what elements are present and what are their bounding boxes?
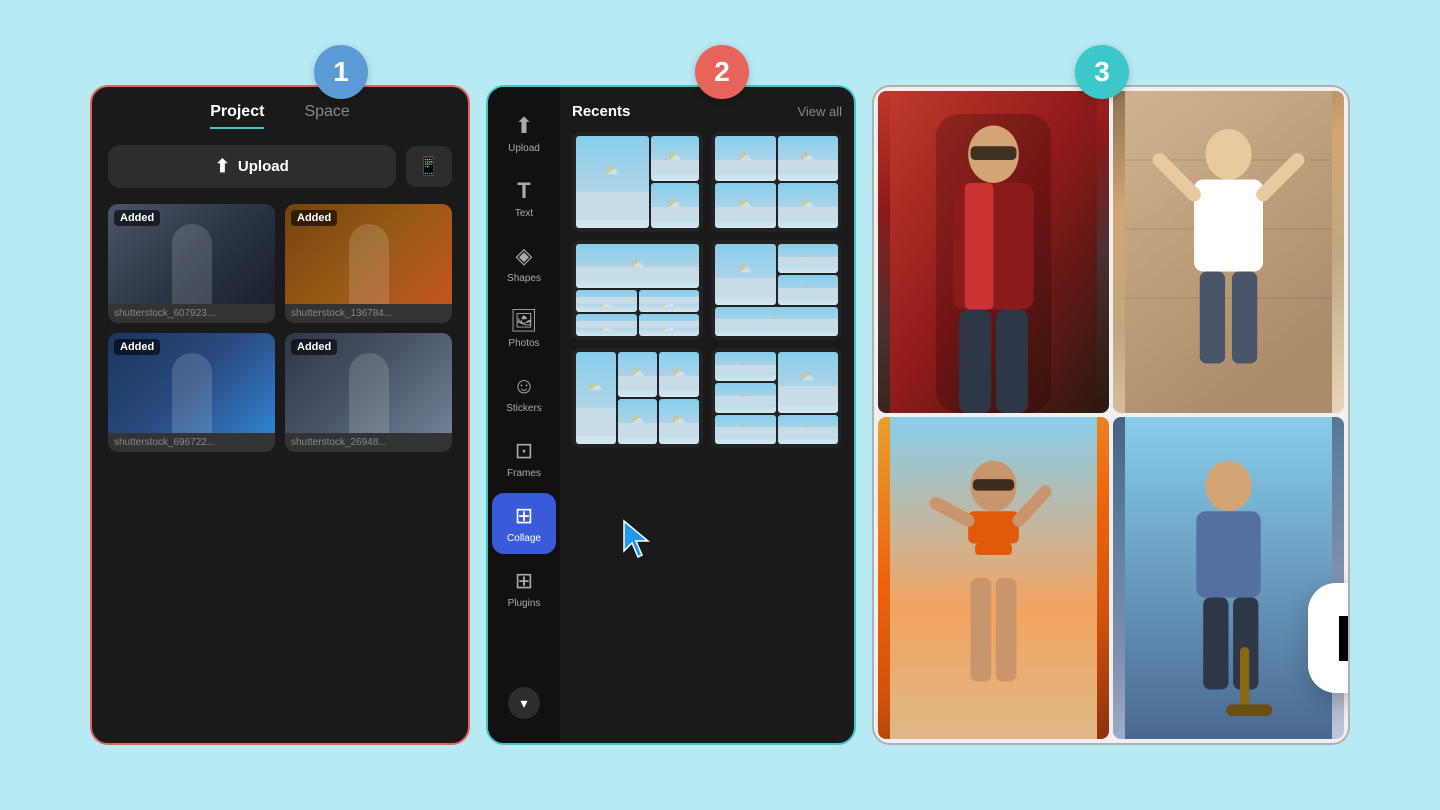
list-item[interactable]: Added shutterstock_607923... [108, 204, 275, 323]
upload-icon: ⬆ [215, 156, 230, 177]
sidebar-label: Upload [508, 143, 540, 154]
result-photo-2 [1113, 91, 1344, 413]
step-badge-1: 1 [314, 45, 368, 99]
upload-label: Upload [238, 158, 289, 175]
collage-templates-grid [572, 132, 842, 448]
sidebar-item-shapes[interactable]: ◈ Shapes [492, 233, 556, 294]
sidebar-label: Text [515, 208, 533, 219]
sidebar-item-upload[interactable]: ⬆ Upload [492, 103, 556, 164]
sidebar-label: Plugins [508, 598, 541, 609]
collage-template[interactable] [711, 348, 842, 448]
step-number-2: 2 [714, 56, 730, 88]
photo-filename: shutterstock_136784... [285, 304, 452, 323]
sidebar-label: Shapes [507, 273, 541, 284]
sidebar-item-photos[interactable]: 🖼 Photos [492, 298, 556, 359]
tab-bar: Project Space [108, 103, 452, 129]
chevron-down-icon: ▾ [520, 695, 527, 712]
collage-template[interactable] [572, 348, 703, 448]
collage-template[interactable] [711, 132, 842, 232]
sidebar: ⬆ Upload T Text ◈ Shapes 🖼 Photos ☺ Stic… [488, 87, 560, 743]
sidebar-item-collage[interactable]: ⊞ Collage [492, 493, 556, 554]
result-photo-4 [1113, 417, 1344, 739]
sidebar-item-text[interactable]: T Text [492, 168, 556, 229]
photos-icon: 🖼 [510, 308, 538, 334]
panel-result [872, 85, 1350, 745]
added-badge: Added [291, 339, 337, 355]
sidebar-label: Frames [507, 468, 541, 479]
list-item[interactable]: Added shutterstock_136784... [285, 204, 452, 323]
step-number-3: 3 [1094, 56, 1110, 88]
upload-icon: ⬆ [515, 113, 533, 139]
list-item[interactable]: Added shutterstock_26948... [285, 333, 452, 452]
sidebar-label: Collage [507, 533, 541, 544]
plugins-icon: ⊞ [515, 568, 533, 594]
step-badge-2: 2 [695, 45, 749, 99]
sidebar-item-plugins[interactable]: ⊞ Plugins [492, 558, 556, 619]
sidebar-more-button[interactable]: ▾ [508, 687, 540, 719]
added-badge: Added [114, 210, 160, 226]
device-button[interactable]: 📱 [406, 146, 452, 187]
view-all-link[interactable]: View all [797, 104, 842, 119]
panel-project: Project Space ⬆ Upload 📱 Added shutterst… [90, 85, 470, 745]
photo-filename: shutterstock_696722... [108, 433, 275, 452]
tab-project[interactable]: Project [210, 103, 264, 129]
photo-filename: shutterstock_26948... [285, 433, 452, 452]
sidebar-label: Photos [508, 338, 539, 349]
list-item[interactable]: Added shutterstock_696722... [108, 333, 275, 452]
recents-title: Recents [572, 103, 630, 120]
result-photo-3 [878, 417, 1109, 739]
added-badge: Added [114, 339, 160, 355]
result-photo-1 [878, 91, 1109, 413]
collage-icon: ⊞ [515, 503, 533, 529]
sidebar-item-stickers[interactable]: ☺ Stickers [492, 363, 556, 424]
step-number-1: 1 [333, 56, 349, 88]
collage-template[interactable] [572, 240, 703, 340]
step-badge-3: 3 [1075, 45, 1129, 99]
frames-icon: ⊡ [515, 438, 533, 464]
tab-space[interactable]: Space [304, 103, 349, 129]
shapes-icon: ◈ [516, 243, 533, 269]
photo-grid: Added shutterstock_607923... Added shutt… [108, 204, 452, 452]
panel-collage: ⬆ Upload T Text ◈ Shapes 🖼 Photos ☺ Stic… [486, 85, 856, 745]
stickers-icon: ☺ [513, 373, 535, 399]
collage-template[interactable] [572, 132, 703, 232]
main-container: 1 2 3 Project Space ⬆ Upload 📱 Added [70, 45, 1370, 765]
photo-filename: shutterstock_607923... [108, 304, 275, 323]
recents-header: Recents View all [572, 103, 842, 120]
device-icon: 📱 [418, 156, 440, 176]
upload-row: ⬆ Upload 📱 [108, 145, 452, 188]
added-badge: Added [291, 210, 337, 226]
sidebar-item-frames[interactable]: ⊡ Frames [492, 428, 556, 489]
app-icon [1308, 583, 1350, 693]
text-icon: T [517, 178, 530, 204]
collage-template[interactable] [711, 240, 842, 340]
sidebar-label: Stickers [506, 403, 542, 414]
upload-button[interactable]: ⬆ Upload [108, 145, 396, 188]
collage-main: Recents View all [560, 87, 854, 743]
